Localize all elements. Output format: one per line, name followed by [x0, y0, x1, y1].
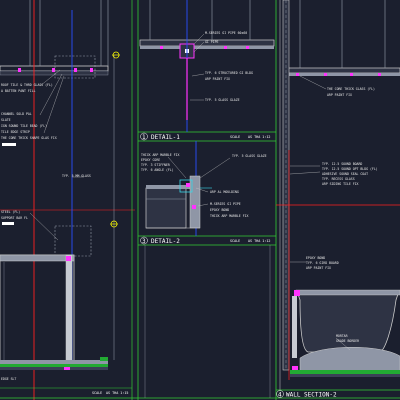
right-note: ADHESIVE SOUND SEAL COAT	[322, 172, 368, 176]
right-note: MORTAR	[336, 334, 348, 338]
detail-2-note: EPOXY BOND	[210, 208, 229, 212]
right-note: TYP. 12.5 SOUND BOARD	[322, 162, 362, 166]
left-note: IGN SOUND TILE BEAD (FL)	[1, 124, 47, 128]
right-note: TYP. 12.5 SOUND OPT BLDG (FL)	[322, 167, 378, 171]
detail-2-note: TYP. 6 ANGLE (FL)	[141, 168, 174, 172]
detail-2-scale-value: AS THA 1:12	[248, 239, 270, 243]
right-note: ARP PAINT FIX	[306, 266, 331, 270]
left-floor-base	[0, 367, 108, 370]
detail-2-note: TYP. 5 GLASS GLAZE	[232, 154, 267, 158]
left-floor-screed	[0, 360, 108, 364]
right-note: TYP. RECESS GLASS	[322, 177, 355, 181]
detail-1-note: M-SERIES GI PIPE 60x60	[205, 31, 247, 35]
detail-2-note: THICK ARP MARBLE FIX	[210, 214, 248, 218]
detail-1-note: GI PIPE	[205, 40, 219, 44]
left-scale-label: SCALE	[92, 391, 102, 395]
left-note: A BATTEN PANT FILL	[1, 89, 36, 93]
left-frame-post	[65, 254, 73, 366]
left-wall-frame-top-band	[0, 254, 75, 262]
right-note: EPOXY BOND	[306, 256, 325, 260]
left-note-highlight-2	[2, 222, 14, 225]
wall-section-2-number: 4	[278, 392, 282, 399]
detail-2-note: TYP. 3 STIFFNER	[141, 163, 170, 167]
detail-2-column	[189, 175, 201, 229]
cad-drawing-sheet: ROOF TILE & THRD GLASS (FL) A BATTEN PAN…	[0, 0, 400, 400]
detail-1-note: ARP PAINT FIX	[205, 77, 230, 81]
detail-2-scale-label: SCALE	[230, 239, 240, 243]
detail-2-title: DETAIL-2	[151, 238, 180, 245]
left-note-highlight-1	[2, 143, 16, 146]
left-floor-green-marker	[100, 357, 108, 361]
detail-2-marble-block	[145, 187, 187, 229]
wall-section-2-title: WALL SECTION-2	[286, 392, 337, 399]
left-note: TILE EDGE STRIP	[1, 130, 30, 134]
left-frame-magenta-clip	[66, 256, 71, 261]
left-note: SLATE	[1, 118, 11, 122]
detail-2-note: THICK ARP MARBLE FIX	[141, 153, 179, 157]
detail-1-note: TYP. 5 GLASS GLAZE	[205, 98, 240, 102]
detail-2-note: ARP AL MOULDING	[210, 190, 239, 194]
left-note: EDGE SLT	[1, 377, 16, 381]
left-floor-magenta-marker	[64, 367, 70, 370]
right-note: ARP PAINT FIX	[327, 93, 352, 97]
detail-1-scale-label: SCALE	[230, 135, 240, 139]
right-bathtub	[297, 293, 399, 353]
left-note: STEEL (FL)	[1, 210, 20, 214]
wall-section-2-title-bar: 4 WALL SECTION-2	[276, 390, 337, 399]
left-note: CHANNEL SOLD PAL	[1, 112, 32, 116]
detail-1-note: TYP. 6 STRUCTURED GI BLDG	[205, 71, 253, 75]
right-ceiling-slab	[283, 67, 400, 74]
right-note: THE CORE THICK GLASS (FL)	[327, 87, 375, 91]
right-note: ARP SIDING TILE FIX	[322, 182, 359, 186]
detail-2-note: M-SERIES GI PIPE	[210, 202, 241, 206]
detail-1-title: DETAIL-1	[151, 134, 180, 141]
left-note: SUPPORT BAR FL	[1, 216, 28, 220]
detail-1-number: 1	[142, 134, 146, 141]
left-scale-value: AS THA 1:15	[106, 391, 128, 395]
right-note: GRADE BORDER	[336, 339, 359, 343]
detail-2-note: EPOXY CORE	[141, 158, 160, 162]
left-floor-grass	[0, 364, 108, 367]
detail-1-scale-value: AS THA 1:12	[248, 135, 270, 139]
left-note: THE CORE THICK SHAPE GLAS FIX	[1, 136, 57, 140]
left-note: ROOF TILE & THRD GLASS (FL)	[1, 83, 53, 87]
detail-2-number: 3	[142, 238, 146, 245]
left-note: TYP. 5 MM GLASS	[62, 174, 91, 178]
right-note: TYP. 6 GIRD BOARD	[306, 261, 339, 265]
